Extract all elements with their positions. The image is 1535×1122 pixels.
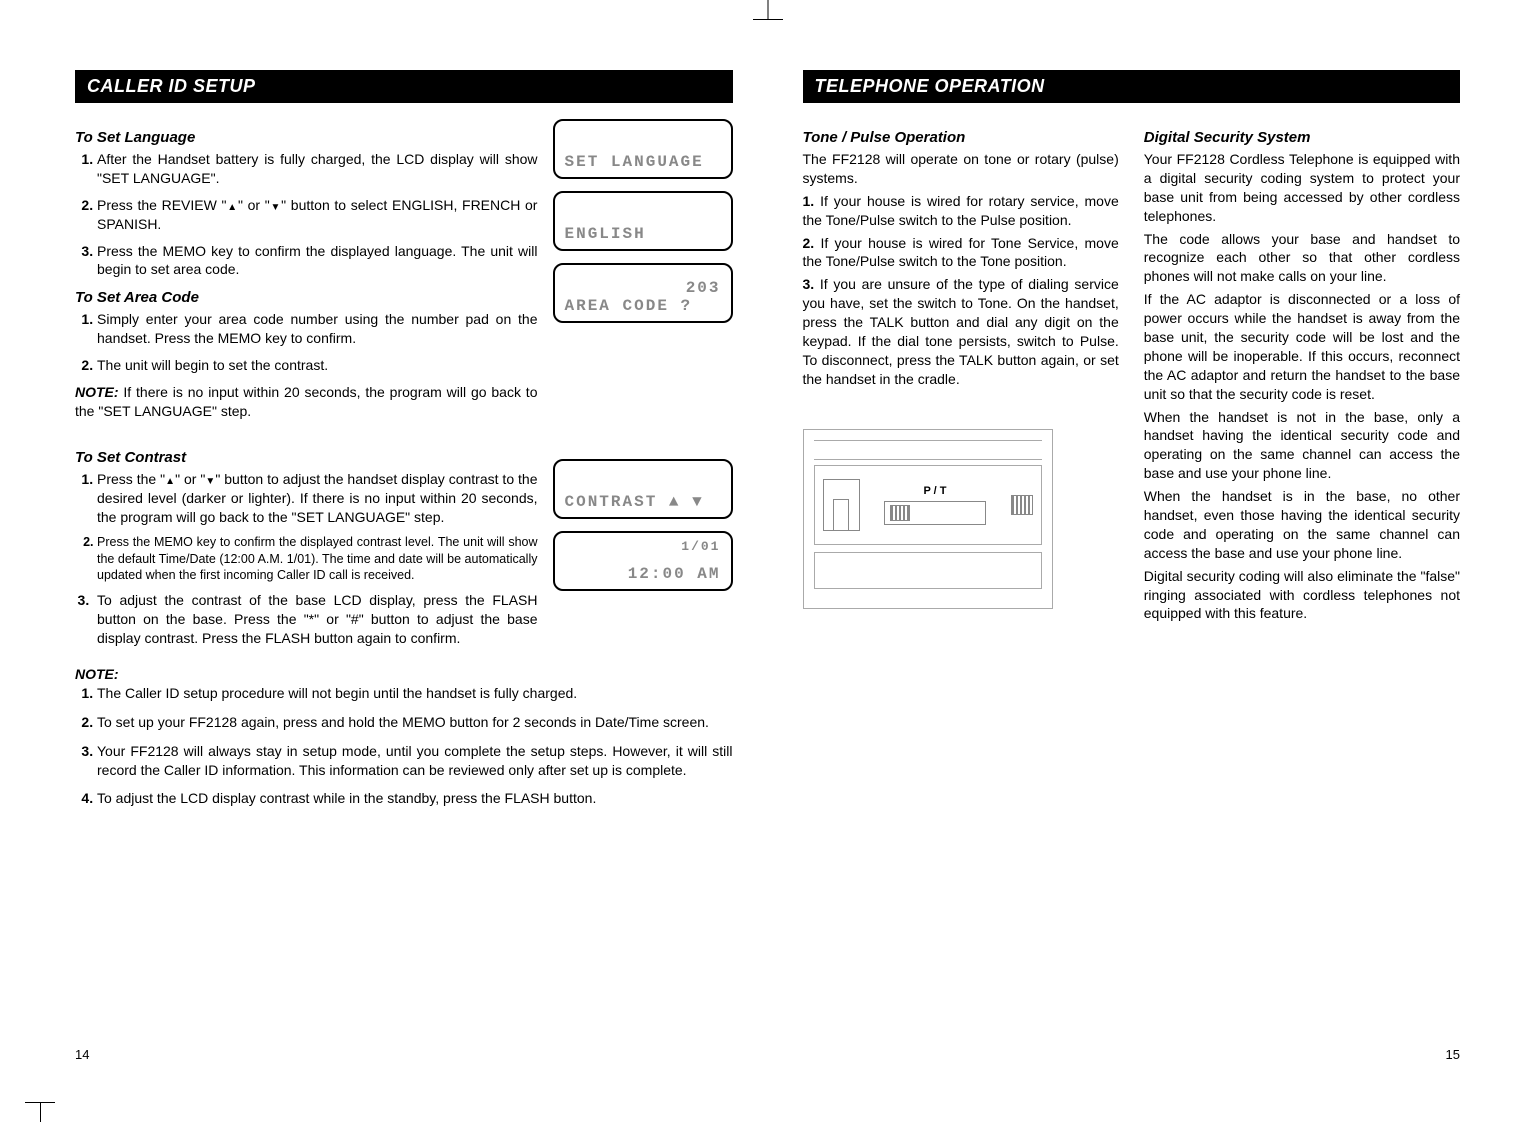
up-arrow-icon [226,197,237,213]
lcd-text: 12:00 AM [565,565,721,583]
page-14: CALLER ID SETUP To Set Language After th… [40,40,768,1082]
body-text: When the handset is not in the base, onl… [1144,408,1460,484]
text-fragment: " or " [175,471,205,487]
body-text: The code allows your base and handset to… [1144,230,1460,287]
text-fragment: " or " [238,197,270,213]
lcd-english: ENGLISH [553,191,733,251]
body-text: 2. If your house is wired for Tone Servi… [803,234,1119,272]
set-area-code-steps: Simply enter your area code number using… [75,310,538,375]
heading-set-area-code: To Set Area Code [75,289,538,306]
page-number: 15 [1446,1047,1460,1062]
list-item: To adjust the contrast of the base LCD d… [97,591,538,648]
heading-tone-pulse: Tone / Pulse Operation [803,129,1119,146]
up-arrow-icon [165,471,175,487]
heading-digital-security: Digital Security System [1144,129,1460,146]
lcd-area-code: 203 AREA CODE ? [553,263,733,323]
illustration-frame [814,552,1042,589]
left-subcolumn: Tone / Pulse Operation The FF2128 will o… [803,119,1119,627]
contrast-block: To Set Contrast Press the "" or "" butto… [75,439,733,656]
notes-list: The Caller ID setup procedure will not b… [75,684,733,808]
illustration-body: P / T [814,465,1042,545]
set-language-steps: After the Handset battery is fully charg… [75,150,538,279]
text-fragment: If you are unsure of the type of dialing… [803,276,1119,386]
list-item: Press the REVIEW "" or "" button to sele… [97,196,538,234]
body-text: When the handset is in the base, no othe… [1144,487,1460,563]
notes-block: NOTE: The Caller ID setup procedure will… [75,666,733,818]
list-item: Press the MEMO key to confirm the displa… [97,534,538,583]
lcd-text: 1/01 [565,539,721,554]
phone-jack-icon [823,479,860,531]
heading-set-language: To Set Language [75,129,538,146]
down-arrow-icon [205,471,215,487]
lcd-text: ENGLISH [565,225,721,243]
switch-label-text: P / T [923,485,946,497]
list-item: After the Handset battery is fully charg… [97,150,538,188]
two-column-layout: Tone / Pulse Operation The FF2128 will o… [803,119,1461,627]
illustration-frame [814,440,1042,460]
section-header-telephone-operation: TELEPHONE OPERATION [803,70,1461,103]
lcd-time-date: 1/01 12:00 AM [553,531,733,591]
list-item: To set up your FF2128 again, press and h… [97,713,733,732]
crop-mark [25,1102,55,1103]
lcd-column: SET LANGUAGE ENGLISH 203 AREA CODE ? [553,119,733,425]
lcd-text: AREA CODE ? [565,297,721,315]
body-text: 3. If you are unsure of the type of dial… [803,275,1119,388]
lang-area-block: To Set Language After the Handset batter… [75,119,733,425]
note-text: If there is no input within 20 seconds, … [75,384,538,419]
crop-mark [753,19,783,20]
list-item: Simply enter your area code number using… [97,310,538,348]
crop-mark [40,1102,41,1122]
section-header-caller-id: CALLER ID SETUP [75,70,733,103]
page-number: 14 [75,1047,89,1062]
note-heading: NOTE: [75,666,733,682]
body-text: Digital security coding will also elimin… [1144,567,1460,624]
list-item: The Caller ID setup procedure will not b… [97,684,733,703]
page-15: TELEPHONE OPERATION Tone / Pulse Operati… [768,40,1496,1082]
switch-thumb-icon [890,505,910,521]
text-column: To Set Contrast Press the "" or "" butto… [75,439,538,656]
lcd-set-language: SET LANGUAGE [553,119,733,179]
list-item: To adjust the LCD display contrast while… [97,789,733,808]
set-contrast-steps: Press the "" or "" button to adjust the … [75,470,538,648]
list-item: The unit will begin to set the contrast. [97,356,538,375]
switch-group: P / T [868,485,1003,525]
page-spread: CALLER ID SETUP To Set Language After th… [0,0,1535,1122]
text-fragment: If your house is wired for Tone Service,… [803,235,1119,270]
body-text: If the AC adaptor is disconnected or a l… [1144,290,1460,403]
body-text: Your FF2128 Cordless Telephone is equipp… [1144,150,1460,226]
text-fragment: Press the REVIEW " [97,197,226,213]
body-text: The FF2128 will operate on tone or rotar… [803,150,1119,188]
text-fragment: If your house is wired for rotary servic… [803,193,1119,228]
text-column: To Set Language After the Handset batter… [75,119,538,425]
inline-note: NOTE: If there is no input within 20 sec… [75,383,538,421]
note-label: NOTE: [75,384,119,400]
lcd-text: 203 [565,279,721,297]
lcd-text: SET LANGUAGE [565,153,721,171]
tone-pulse-switch-illustration: P / T [803,429,1053,609]
switch-track [884,501,986,525]
down-arrow-icon [270,197,281,213]
lcd-text: CONTRAST ▲ ▼ [565,493,721,511]
lcd-column: CONTRAST ▲ ▼ 1/01 12:00 AM [553,439,733,656]
switch-end-icon [1011,495,1033,515]
text-fragment: Press the " [97,471,165,487]
list-item: Your FF2128 will always stay in setup mo… [97,742,733,780]
list-item: Press the MEMO key to confirm the displa… [97,242,538,280]
crop-mark [767,0,768,20]
heading-set-contrast: To Set Contrast [75,449,538,466]
body-text: 1. If your house is wired for rotary ser… [803,192,1119,230]
lcd-contrast: CONTRAST ▲ ▼ [553,459,733,519]
list-item: Press the "" or "" button to adjust the … [97,470,538,527]
right-subcolumn: Digital Security System Your FF2128 Cord… [1144,119,1460,627]
